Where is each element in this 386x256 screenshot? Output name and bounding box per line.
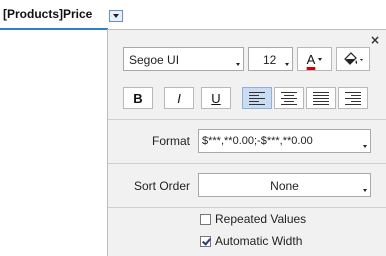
align-center-button[interactable] (274, 87, 304, 109)
field-dropdown-button[interactable] (109, 10, 123, 22)
close-icon[interactable]: × (370, 34, 380, 46)
bold-label: B (133, 90, 143, 106)
align-right-button[interactable] (338, 87, 368, 109)
italic-label: I (177, 90, 181, 106)
automatic-width-checkbox[interactable] (200, 236, 211, 247)
align-right-icon (345, 91, 361, 105)
field-header: [Products]Price (0, 0, 130, 28)
font-family-select[interactable]: Segoe UI (123, 47, 244, 71)
font-family-value: Segoe UI (129, 53, 180, 67)
font-size-value: 12 (263, 53, 277, 67)
align-center-icon (281, 91, 297, 105)
sort-order-value: None (270, 179, 299, 193)
chevron-down-icon (363, 189, 367, 192)
chevron-down-icon (236, 63, 240, 66)
chevron-down-icon (318, 57, 323, 61)
divider (108, 163, 386, 164)
align-left-button[interactable] (242, 87, 272, 109)
fill-color-button[interactable] (336, 47, 370, 71)
font-color-icon: A (306, 51, 316, 67)
font-size-select[interactable]: 12 (248, 47, 293, 71)
format-label: Format (151, 134, 190, 148)
bold-button[interactable]: B (123, 87, 153, 109)
field-format-panel: × Segoe UI 12 A B I U Format $***,**0.00… (107, 29, 386, 256)
format-select[interactable]: $***,**0.00;-$***,**0.00 (198, 129, 371, 153)
format-value: $***,**0.00;-$***,**0.00 (202, 135, 313, 147)
align-justify-button[interactable] (306, 87, 336, 109)
align-justify-icon (313, 91, 329, 105)
italic-button[interactable]: I (164, 87, 194, 109)
automatic-width-label: Automatic Width (215, 234, 303, 248)
paint-bucket-icon (344, 52, 363, 65)
underline-button[interactable]: U (201, 87, 231, 109)
sort-order-label: Sort Order (133, 179, 190, 193)
chevron-down-icon (285, 63, 289, 66)
align-left-icon (249, 91, 265, 105)
field-underline (0, 28, 108, 30)
divider (108, 207, 386, 208)
font-color-button[interactable]: A (297, 47, 332, 71)
repeated-values-label: Repeated Values (215, 212, 307, 226)
chevron-down-icon (363, 145, 367, 148)
field-title: [Products]Price (3, 7, 93, 21)
divider (108, 119, 386, 120)
sort-order-select[interactable]: None (198, 173, 371, 197)
underline-label: U (211, 90, 221, 106)
repeated-values-checkbox[interactable] (200, 214, 211, 225)
